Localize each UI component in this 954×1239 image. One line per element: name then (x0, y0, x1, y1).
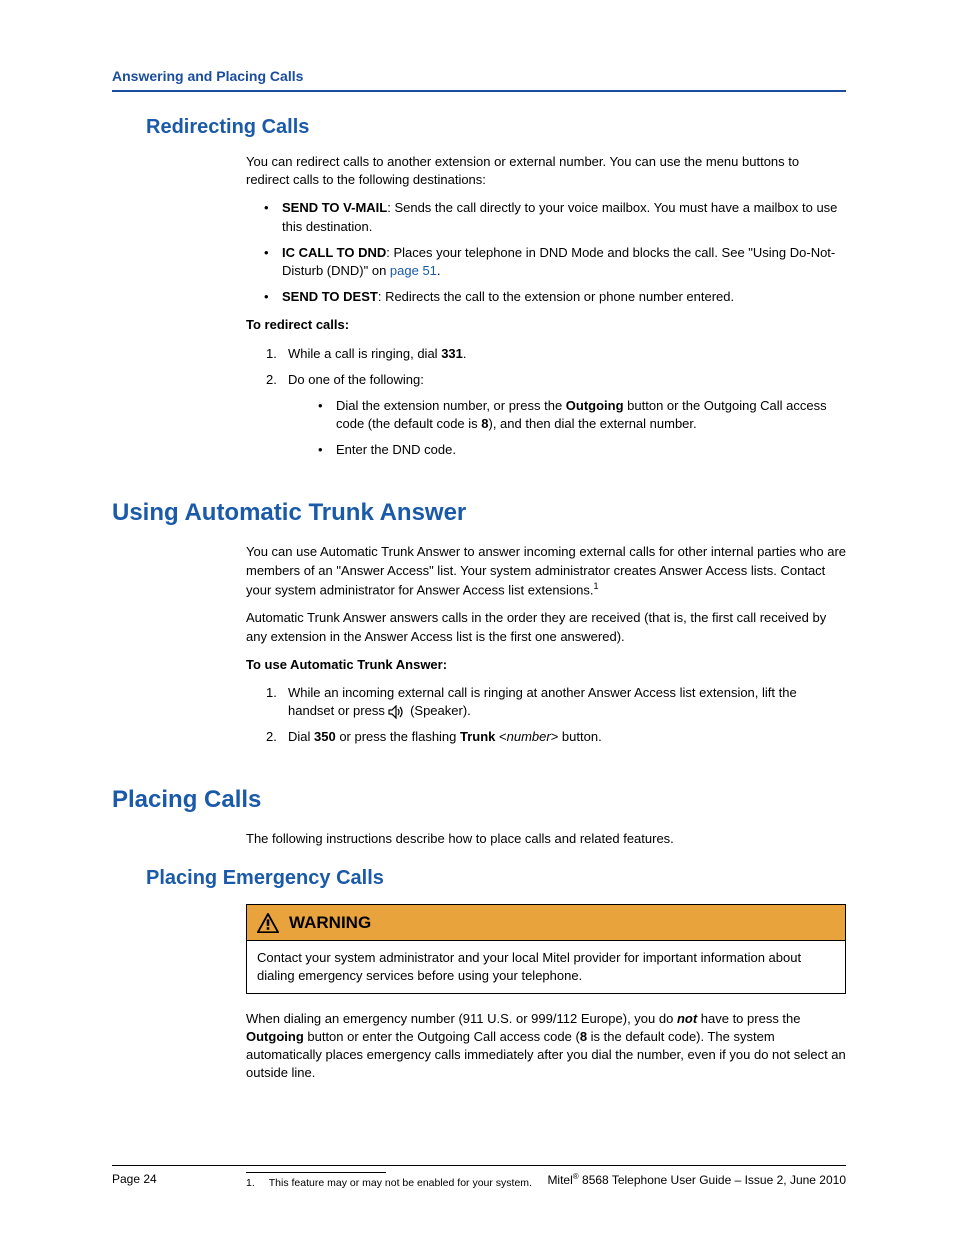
button-name: Outgoing (246, 1029, 304, 1044)
step-text: . (463, 346, 467, 361)
step-text: (Speaker). (406, 703, 470, 718)
substep-text: ), and then dial the external number. (489, 416, 697, 431)
item-text: . (437, 263, 441, 278)
heading-trunk-answer: Using Automatic Trunk Answer (112, 499, 846, 527)
footer-right: Mitel® 8568 Telephone User Guide – Issue… (547, 1172, 846, 1187)
step-text: < (495, 729, 506, 744)
substep: Dial the extension number, or press the … (318, 397, 846, 433)
item-text: : Redirects the call to the extension or… (378, 289, 734, 304)
step: Do one of the following: Dial the extens… (266, 371, 846, 460)
heading-emergency: Placing Emergency Calls (146, 867, 846, 890)
item-label: SEND TO V-MAIL (282, 200, 387, 215)
emergency-paragraph: When dialing an emergency number (911 U.… (246, 1010, 846, 1083)
text: have to press the (697, 1011, 800, 1026)
page-footer: Page 24 Mitel® 8568 Telephone User Guide… (112, 1165, 846, 1187)
redirecting-intro: You can redirect calls to another extens… (246, 153, 846, 189)
footnote-ref: 1 (594, 581, 599, 591)
running-header: Answering and Placing Calls (112, 68, 846, 92)
trunk-p1: You can use Automatic Trunk Answer to an… (246, 543, 846, 599)
page: Answering and Placing Calls Redirecting … (0, 0, 954, 1239)
substep: Enter the DND code. (318, 441, 846, 459)
button-name: Trunk (460, 729, 495, 744)
step-text: While an incoming external call is ringi… (288, 685, 797, 718)
step-text: While a call is ringing, dial (288, 346, 441, 361)
step-text: Dial (288, 729, 314, 744)
trunk-steps: While an incoming external call is ringi… (266, 684, 846, 747)
trunk-p1-text: You can use Automatic Trunk Answer to an… (246, 544, 846, 597)
page-link[interactable]: page 51 (390, 263, 437, 278)
warning-body-text: Contact your system administrator and yo… (247, 941, 845, 992)
page-number: Page 24 (112, 1172, 157, 1187)
redirecting-body: You can redirect calls to another extens… (246, 153, 846, 459)
doc-title: 8568 Telephone User Guide – Issue 2, Jun… (579, 1173, 846, 1187)
warning-header: WARNING (247, 905, 845, 942)
code: 8 (481, 416, 488, 431)
item-label: IC CALL TO DND (282, 245, 386, 260)
step: While a call is ringing, dial 331. (266, 345, 846, 363)
code: 8 (580, 1029, 587, 1044)
trunk-p2: Automatic Trunk Answer answers calls in … (246, 609, 846, 645)
placing-body: The following instructions describe how … (246, 830, 846, 848)
warning-box: WARNING Contact your system administrato… (246, 904, 846, 994)
text: When dialing an emergency number (911 U.… (246, 1011, 677, 1026)
emphasis-not: not (677, 1011, 697, 1026)
howto-label: To redirect calls: (246, 316, 846, 334)
placeholder: number (507, 729, 551, 744)
text: button or enter the Outgoing Call access… (304, 1029, 580, 1044)
substep-text: Dial the extension number, or press the (336, 398, 566, 413)
step: While an incoming external call is ringi… (266, 684, 846, 720)
warning-label: WARNING (289, 911, 371, 935)
item-label: SEND TO DEST (282, 289, 378, 304)
list-item: SEND TO DEST: Redirects the call to the … (264, 288, 846, 306)
step-text: > button. (551, 729, 602, 744)
step: Dial 350 or press the flashing Trunk <nu… (266, 728, 846, 746)
redirecting-list: SEND TO V-MAIL: Sends the call directly … (264, 199, 846, 306)
howto-label: To use Automatic Trunk Answer: (246, 656, 846, 674)
button-name: Outgoing (566, 398, 624, 413)
dial-code: 350 (314, 729, 336, 744)
list-item: SEND TO V-MAIL: Sends the call directly … (264, 199, 846, 235)
emergency-body: WARNING Contact your system administrato… (246, 904, 846, 1083)
placing-intro: The following instructions describe how … (246, 830, 846, 848)
speaker-icon (388, 705, 406, 719)
heading-placing-calls: Placing Calls (112, 786, 846, 814)
warning-icon (257, 913, 279, 933)
step-text: Do one of the following: (288, 372, 424, 387)
redirect-steps: While a call is ringing, dial 331. Do on… (266, 345, 846, 460)
heading-redirecting-calls: Redirecting Calls (146, 116, 846, 139)
list-item: IC CALL TO DND: Places your telephone in… (264, 244, 846, 280)
trunk-body: You can use Automatic Trunk Answer to an… (246, 543, 846, 746)
dial-code: 331 (441, 346, 463, 361)
step-text: or press the flashing (336, 729, 460, 744)
substeps: Dial the extension number, or press the … (318, 397, 846, 460)
brand: Mitel (547, 1173, 572, 1187)
